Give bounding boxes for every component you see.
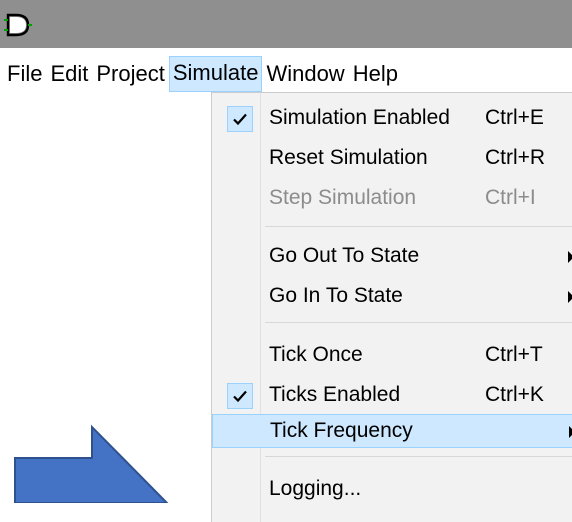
- simulate-menu-dropdown: Simulation Enabled Ctrl+E Reset Simulati…: [211, 92, 572, 522]
- menu-item-simulation-enabled[interactable]: Simulation Enabled Ctrl+E: [212, 102, 572, 136]
- menu-edit[interactable]: Edit: [46, 57, 92, 91]
- menu-item-label: Go In To State: [269, 284, 403, 307]
- menu-item-tick-frequency[interactable]: Tick Frequency: [212, 414, 572, 448]
- submenu-arrow-icon: [568, 291, 572, 303]
- blue-arrow-graphic: [14, 424, 169, 503]
- menu-simulate[interactable]: Simulate: [168, 56, 263, 92]
- menu-separator: [265, 456, 572, 457]
- menu-separator: [265, 322, 572, 323]
- checkmark-icon: [233, 113, 247, 126]
- simulation-enabled-checkmark: [227, 106, 253, 132]
- ticks-enabled-checkmark: [227, 383, 253, 409]
- submenu-arrow-icon: [568, 251, 572, 263]
- menu-file[interactable]: File: [3, 57, 46, 91]
- menu-project[interactable]: Project: [92, 57, 168, 91]
- menu-item-shortcut: Ctrl+T: [485, 343, 543, 366]
- menu-item-label: Tick Frequency: [270, 419, 413, 442]
- menu-help[interactable]: Help: [349, 57, 402, 91]
- menu-window[interactable]: Window: [262, 57, 348, 91]
- menu-item-reset-simulation[interactable]: Reset Simulation Ctrl+R: [212, 142, 572, 176]
- menu-item-shortcut: Ctrl+E: [485, 106, 544, 129]
- menu-item-tick-once[interactable]: Tick Once Ctrl+T: [212, 339, 572, 373]
- checkmark-icon: [233, 390, 247, 403]
- menu-item-step-simulation: Step Simulation Ctrl+I: [212, 182, 572, 216]
- menu-item-logging[interactable]: Logging...: [212, 473, 572, 507]
- menu-item-label: Logging...: [269, 477, 362, 500]
- menu-item-label: Step Simulation: [269, 186, 417, 209]
- menu-item-label: Tick Once: [269, 343, 363, 366]
- menu-item-label: Reset Simulation: [269, 146, 428, 169]
- logic-gate-icon: [4, 13, 32, 37]
- menu-item-shortcut: Ctrl+R: [485, 146, 546, 169]
- menu-item-label: Go Out To State: [269, 244, 420, 267]
- menu-item-shortcut: Ctrl+K: [485, 383, 544, 406]
- menu-item-go-out-to-state[interactable]: Go Out To State: [212, 240, 572, 274]
- menu-item-ticks-enabled[interactable]: Ticks Enabled Ctrl+K: [212, 379, 572, 413]
- menu-separator: [265, 226, 572, 227]
- menu-item-label: Ticks Enabled: [269, 383, 401, 406]
- menu-item-label: Simulation Enabled: [269, 106, 450, 129]
- menu-item-go-in-to-state[interactable]: Go In To State: [212, 280, 572, 314]
- menu-item-shortcut: Ctrl+I: [485, 186, 536, 209]
- title-bar: [0, 0, 572, 48]
